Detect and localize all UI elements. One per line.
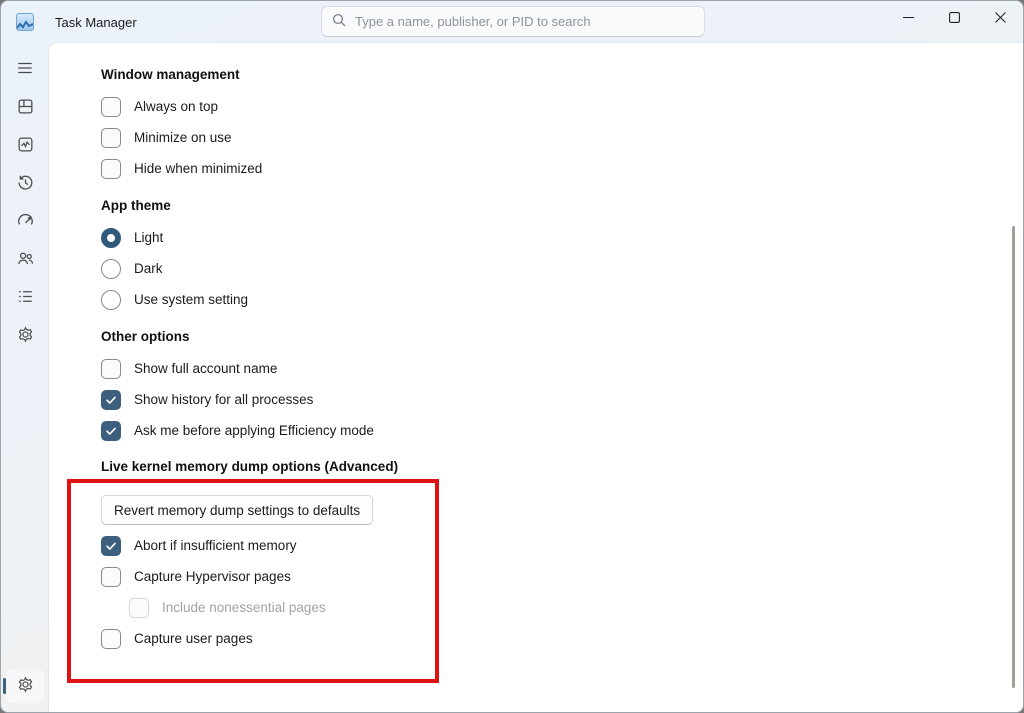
checkbox[interactable] (101, 159, 121, 179)
checkbox-row-abort-if-insufficient-memory[interactable]: Abort if insufficient memory (101, 535, 1023, 556)
checkbox-row-ask-before-efficiency-mode[interactable]: Ask me before applying Efficiency mode (101, 420, 1023, 441)
checkbox-row-include-nonessential-pages: Include nonessential pages (129, 597, 1023, 618)
checkbox-label: Show history for all processes (134, 392, 313, 407)
section-heading-app-theme: App theme (101, 198, 1023, 215)
checkbox[interactable] (101, 567, 121, 587)
sidebar-item-details[interactable] (13, 284, 37, 308)
vertical-scrollbar-thumb[interactable] (1012, 226, 1015, 688)
sidebar-item-services[interactable] (13, 322, 37, 346)
checkbox[interactable] (101, 128, 121, 148)
checkbox-checked[interactable] (101, 536, 121, 556)
search-icon (332, 13, 346, 30)
radio-row-light[interactable]: Light (101, 227, 1023, 248)
radio-label: Light (134, 230, 163, 245)
radio-label: Use system setting (134, 292, 248, 307)
gear-icon (16, 675, 35, 697)
checkbox-checked[interactable] (101, 390, 121, 410)
checkbox-row-capture-hypervisor-pages[interactable]: Capture Hypervisor pages (101, 566, 1023, 587)
task-manager-app-icon (16, 13, 34, 31)
maximize-button[interactable] (931, 1, 977, 33)
checkbox-row-always-on-top[interactable]: Always on top (101, 96, 1023, 117)
section-heading-other-options: Other options (101, 329, 1023, 346)
radio-row-dark[interactable]: Dark (101, 258, 1023, 279)
sidebar-item-startup-apps[interactable] (13, 208, 37, 232)
sidebar-item-settings[interactable] (6, 669, 44, 703)
search-box[interactable] (321, 6, 705, 37)
checkbox-row-show-history-all-processes[interactable]: Show history for all processes (101, 389, 1023, 410)
settings-content: Window management Always on top Minimize… (49, 43, 1023, 712)
sidebar-item-users[interactable] (13, 246, 37, 270)
checkbox[interactable] (101, 629, 121, 649)
checkbox-disabled (129, 598, 149, 618)
section-heading-live-kernel-dump: Live kernel memory dump options (Advance… (101, 459, 1023, 476)
sidebar-item-app-history[interactable] (13, 170, 37, 194)
checkbox-label: Include nonessential pages (162, 600, 326, 615)
checkbox-label: Capture user pages (134, 631, 253, 646)
checkbox[interactable] (101, 359, 121, 379)
radio-label: Dark (134, 261, 163, 276)
checkbox-checked[interactable] (101, 421, 121, 441)
checkbox-row-minimize-on-use[interactable]: Minimize on use (101, 127, 1023, 148)
window-title: Task Manager (55, 15, 137, 30)
checkbox-label: Always on top (134, 99, 218, 114)
minimize-button[interactable] (885, 1, 931, 33)
sidebar-item-performance[interactable] (13, 132, 37, 156)
checkbox-label: Show full account name (134, 361, 277, 376)
checkbox[interactable] (101, 97, 121, 117)
radio[interactable] (101, 290, 121, 310)
revert-memory-dump-defaults-button[interactable]: Revert memory dump settings to defaults (101, 495, 373, 525)
checkbox-row-capture-user-pages[interactable]: Capture user pages (101, 628, 1023, 649)
titlebar: Task Manager (1, 1, 1023, 43)
checkbox-label: Abort if insufficient memory (134, 538, 297, 553)
checkbox-label: Capture Hypervisor pages (134, 569, 291, 584)
radio-row-use-system-setting[interactable]: Use system setting (101, 289, 1023, 310)
checkbox-row-show-full-account-name[interactable]: Show full account name (101, 358, 1023, 379)
task-manager-window: Task Manager (0, 0, 1024, 713)
checkbox-label: Hide when minimized (134, 161, 262, 176)
sidebar (1, 43, 49, 712)
section-heading-window-management: Window management (101, 67, 1023, 84)
radio-selected[interactable] (101, 228, 121, 248)
window-controls (885, 1, 1023, 43)
radio[interactable] (101, 259, 121, 279)
hamburger-menu-icon[interactable] (13, 56, 37, 80)
close-button[interactable] (977, 1, 1023, 33)
checkbox-label: Ask me before applying Efficiency mode (134, 423, 374, 438)
checkbox-label: Minimize on use (134, 130, 232, 145)
sidebar-item-processes[interactable] (13, 94, 37, 118)
checkbox-row-hide-when-minimized[interactable]: Hide when minimized (101, 158, 1023, 179)
search-input[interactable] (355, 14, 694, 29)
